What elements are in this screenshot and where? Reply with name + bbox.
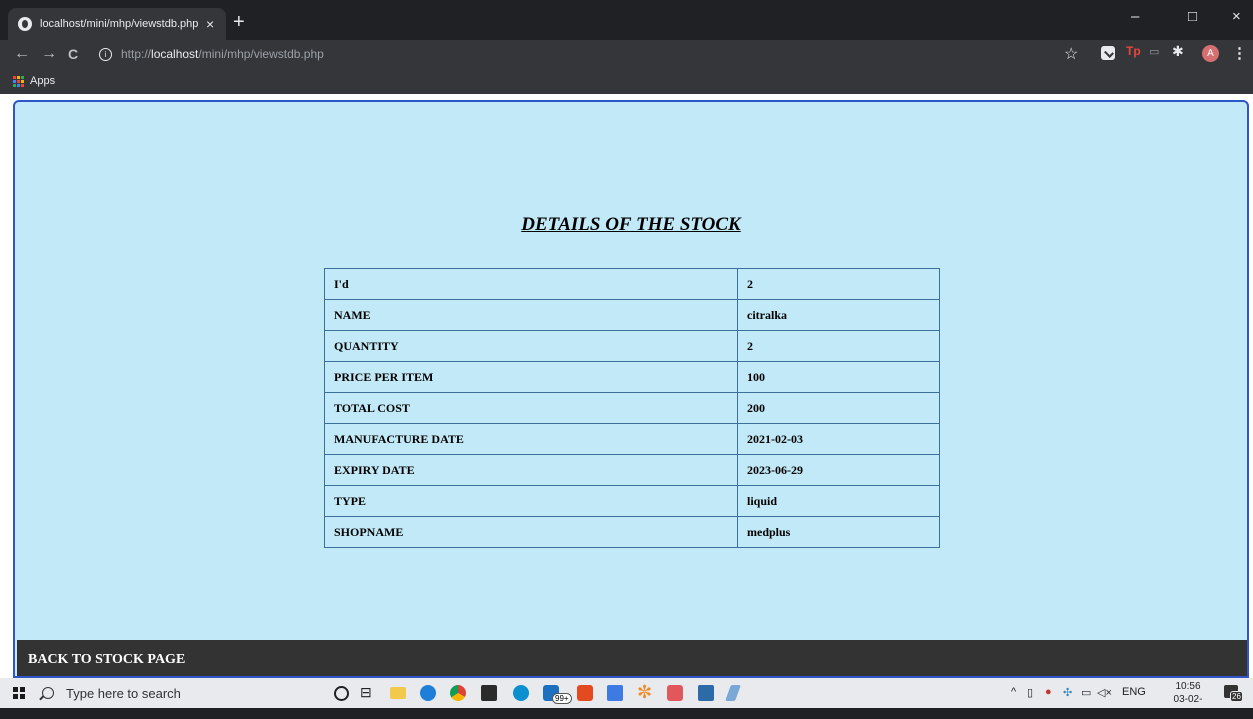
store-icon[interactable] xyxy=(481,685,497,701)
new-tab-button[interactable]: + xyxy=(233,12,245,32)
row-value: citralka xyxy=(737,299,940,331)
chrome-icon[interactable] xyxy=(450,685,466,701)
notification-center-icon[interactable]: 26 xyxy=(1224,685,1243,702)
row-value: 2023-06-29 xyxy=(737,454,940,486)
row-label: TYPE xyxy=(324,485,738,517)
browser-tab-strip: localhost/mini/mhp/viewstdb.php × + – □ … xyxy=(0,0,1253,40)
taskbar-search[interactable]: Type here to search xyxy=(38,681,308,705)
address-url: http://localhost/mini/mhp/viewstdb.php xyxy=(121,47,324,61)
row-label: TOTAL COST xyxy=(324,392,738,424)
row-value: liquid xyxy=(737,485,940,517)
row-label: EXPIRY DATE xyxy=(324,454,738,486)
battery-icon[interactable]: ▭ xyxy=(1081,686,1091,699)
edge-new-icon[interactable] xyxy=(513,685,529,701)
row-value: 2021-02-03 xyxy=(737,423,940,455)
office-icon[interactable] xyxy=(577,685,593,701)
app-star-icon[interactable]: ✼ xyxy=(637,682,652,702)
tp-extension-icon[interactable]: Tp xyxy=(1126,44,1141,58)
tray-app-icon[interactable]: ● xyxy=(1045,686,1052,698)
apps-label: Apps xyxy=(30,75,56,87)
stock-details-table: I'd 2 NAME citralka QUANTITY 2 PRICE PER ITEM 1… xyxy=(324,268,940,548)
row-value: 200 xyxy=(737,392,940,424)
page-viewport: DETAILS OF THE STOCK I'd 2 NAME citralka QUA… xyxy=(0,94,1253,678)
table-row: TYPE liquid xyxy=(324,485,940,517)
word-icon[interactable] xyxy=(607,685,623,701)
table-row: NAME citralka xyxy=(324,299,940,331)
stock-details-panel: DETAILS OF THE STOCK I'd 2 NAME citralka QUA… xyxy=(13,100,1249,678)
globe-icon xyxy=(18,17,32,31)
row-label: SHOPNAME xyxy=(324,516,738,548)
volume-icon[interactable]: ◁× xyxy=(1097,686,1112,699)
close-window-button[interactable]: × xyxy=(1232,8,1241,25)
row-label: MANUFACTURE DATE xyxy=(324,423,738,455)
minimize-button[interactable]: – xyxy=(1131,8,1139,25)
metrics-extension-icon[interactable]: ▭ xyxy=(1149,45,1159,59)
app-icon[interactable] xyxy=(667,685,683,701)
mail-badge: 99+ xyxy=(552,693,572,704)
extensions-puzzle-icon[interactable]: ✱ xyxy=(1172,43,1184,59)
cortana-icon[interactable] xyxy=(334,686,349,701)
back-button[interactable]: ← xyxy=(14,44,30,64)
edge-icon[interactable] xyxy=(420,685,436,701)
task-view-icon[interactable]: ⊟ xyxy=(360,684,372,700)
table-row: MANUFACTURE DATE 2021-02-03 xyxy=(324,423,940,455)
table-row: TOTAL COST 200 xyxy=(324,392,940,424)
search-placeholder: Type here to search xyxy=(66,685,181,701)
search-icon xyxy=(42,687,54,699)
profile-avatar[interactable]: A xyxy=(1202,45,1219,62)
tray-device-icon[interactable]: ▯ xyxy=(1027,686,1033,699)
clock-time: 10:56 xyxy=(1175,681,1201,692)
row-label: PRICE PER ITEM xyxy=(324,361,738,393)
tray-network-icon[interactable]: ✣ xyxy=(1063,686,1072,699)
row-value: medplus xyxy=(737,516,940,548)
clock-date: 03-02-2021 xyxy=(1173,694,1203,718)
row-value: 2 xyxy=(737,268,940,300)
browser-toolbar: ← → C i http://localhost/mini/mhp/viewst… xyxy=(0,40,1253,68)
row-label: I'd xyxy=(324,268,738,300)
maximize-button[interactable]: □ xyxy=(1188,8,1197,25)
browser-menu-button[interactable]: ⋮ xyxy=(1232,44,1247,62)
table-row: I'd 2 xyxy=(324,268,940,300)
table-row: PRICE PER ITEM 100 xyxy=(324,361,940,393)
table-row: QUANTITY 2 xyxy=(324,330,940,362)
row-value: 100 xyxy=(737,361,940,393)
tab-title: localhost/mini/mhp/viewstdb.php xyxy=(40,18,199,30)
reload-button[interactable]: C xyxy=(68,44,78,64)
tray-chevron-icon[interactable]: ^ xyxy=(1011,686,1016,698)
page-title: DETAILS OF THE STOCK xyxy=(521,214,741,235)
apps-grid-icon xyxy=(13,75,24,87)
tab-close-button[interactable]: × xyxy=(206,16,214,32)
apps-bookmark[interactable]: Apps xyxy=(13,75,55,87)
bookmark-star-icon[interactable]: ☆ xyxy=(1064,44,1078,64)
pocket-extension-icon[interactable] xyxy=(1101,46,1115,60)
back-to-stock-link[interactable]: BACK TO STOCK PAGE xyxy=(28,652,185,668)
windows-start-icon[interactable] xyxy=(13,687,25,699)
table-row: SHOPNAME medplus xyxy=(324,516,940,548)
taskbar-clock[interactable]: 10:56 03-02-2021 xyxy=(1163,680,1213,719)
table-row: EXPIRY DATE 2023-06-29 xyxy=(324,454,940,486)
bookmarks-bar: Apps xyxy=(0,68,1253,94)
photos-icon[interactable] xyxy=(698,685,714,701)
browser-tab[interactable]: localhost/mini/mhp/viewstdb.php × xyxy=(8,8,226,40)
address-bar[interactable]: i http://localhost/mini/mhp/viewstdb.php xyxy=(94,43,1054,65)
file-explorer-icon[interactable] xyxy=(390,687,406,699)
app-misc-icon[interactable] xyxy=(725,685,741,701)
info-icon[interactable]: i xyxy=(99,47,112,61)
windows-taskbar: Type here to search ⊟ 99+ ✼ ^ ▯ ● ✣ ▭ ◁×… xyxy=(0,678,1253,718)
language-indicator[interactable]: ENG xyxy=(1122,686,1146,698)
page-footer: BACK TO STOCK PAGE xyxy=(17,640,1247,676)
row-label: NAME xyxy=(324,299,738,331)
notification-count: 26 xyxy=(1230,691,1243,702)
forward-button[interactable]: → xyxy=(41,44,57,64)
row-value: 2 xyxy=(737,330,940,362)
row-label: QUANTITY xyxy=(324,330,738,362)
